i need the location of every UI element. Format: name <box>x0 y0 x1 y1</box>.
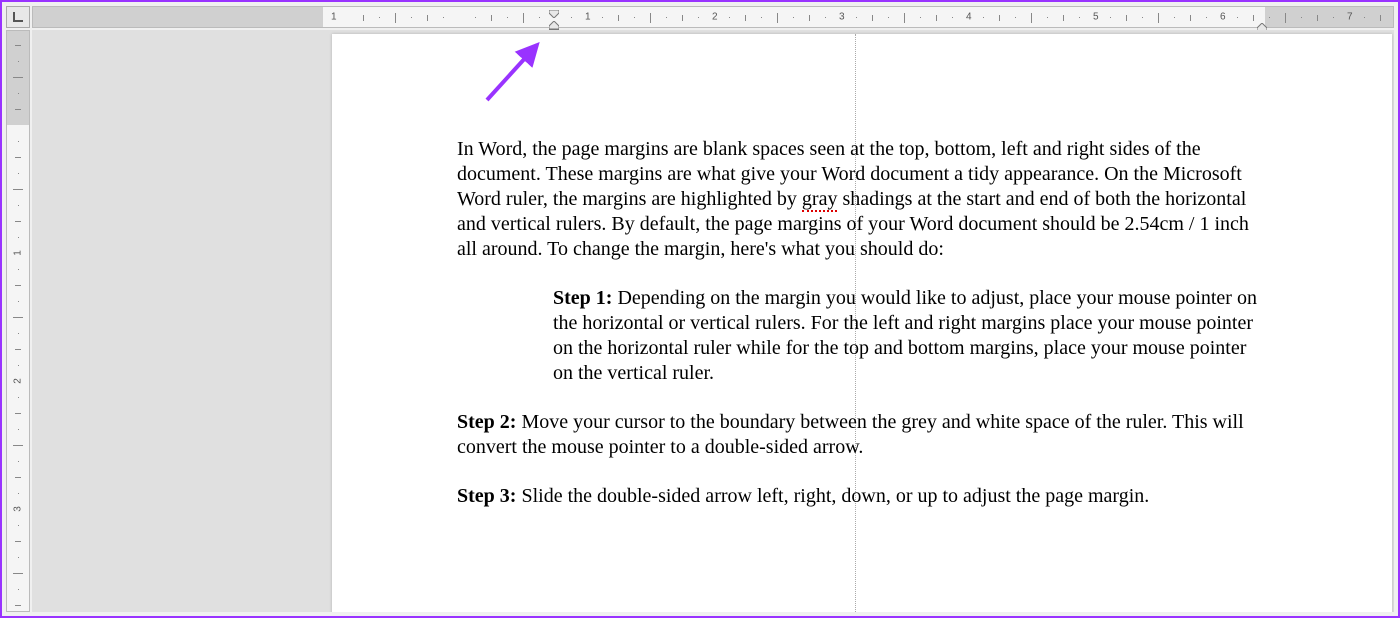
h-ruler-number: 5 <box>1093 12 1099 23</box>
h-ruler-left-margin[interactable] <box>33 7 323 27</box>
v-ruler-number: 2 <box>13 378 24 384</box>
v-ruler-body[interactable] <box>7 125 29 611</box>
h-ruler-body[interactable] <box>323 7 1265 27</box>
ruler-corner-tab-selector[interactable] <box>6 6 30 28</box>
document-body[interactable]: In Word, the page margins are blank spac… <box>457 137 1257 533</box>
v-ruler-number: 3 <box>13 506 24 512</box>
paragraph-intro[interactable]: In Word, the page margins are blank spac… <box>457 137 1257 262</box>
h-ruler-number: 6 <box>1220 12 1226 23</box>
paragraph-step1[interactable]: Step 1: Depending on the margin you woul… <box>553 286 1257 386</box>
document-canvas: In Word, the page margins are blank spac… <box>32 30 1394 612</box>
step3-label: Step 3: <box>457 485 516 507</box>
paragraph-step3[interactable]: Step 3: Slide the double-sided arrow lef… <box>457 484 1257 509</box>
h-ruler-number: 2 <box>712 12 718 23</box>
horizontal-ruler[interactable]: 1 1 2 3 4 5 6 7 <box>32 6 1394 28</box>
step1-label: Step 1: <box>553 287 612 309</box>
h-ruler-number: 7 <box>1347 12 1353 23</box>
v-ruler-number: 1 <box>13 250 24 256</box>
first-line-indent-marker[interactable] <box>549 10 559 18</box>
paragraph-step2[interactable]: Step 2: Move your cursor to the boundary… <box>457 410 1257 460</box>
document-page[interactable]: In Word, the page margins are blank spac… <box>332 34 1392 612</box>
step2-label: Step 2: <box>457 411 516 433</box>
step2-text: Move your cursor to the boundary between… <box>457 411 1244 458</box>
vertical-ruler[interactable]: 1 2 3 <box>6 30 30 612</box>
step1-text: Depending on the margin you would like t… <box>553 287 1257 384</box>
spellcheck-word[interactable]: gray <box>802 188 838 212</box>
step3-text: Slide the double-sided arrow left, right… <box>516 485 1149 507</box>
h-ruler-number: 1 <box>331 12 337 23</box>
h-ruler-number: 1 <box>585 12 591 23</box>
h-ruler-number: 4 <box>966 12 972 23</box>
h-ruler-number: 3 <box>839 12 845 23</box>
